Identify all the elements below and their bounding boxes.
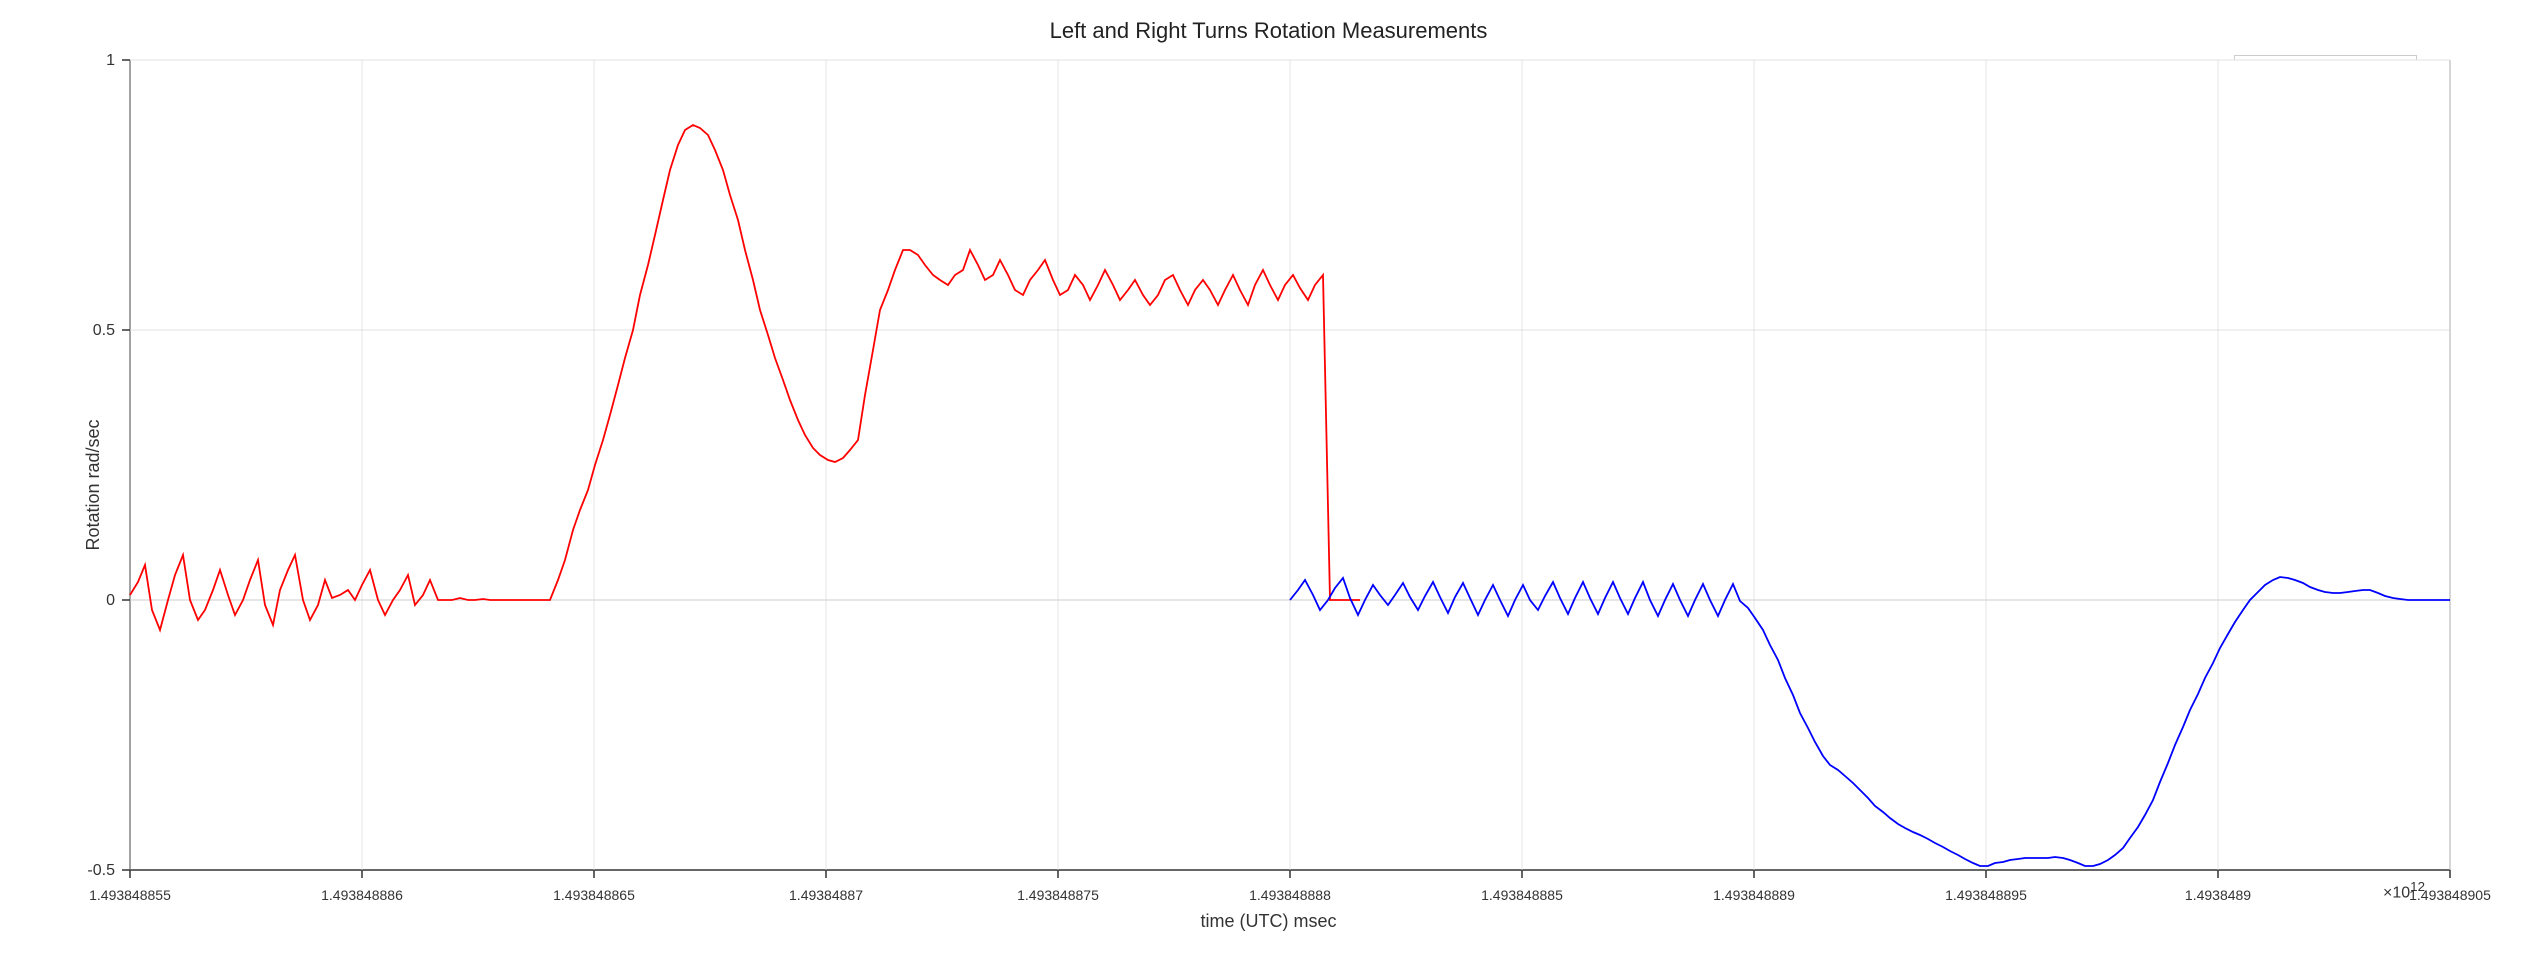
x-tick-7: 1.493848889 <box>1713 887 1795 903</box>
y-tick-0: 0 <box>106 592 115 609</box>
x-tick-0: 1.493848855 <box>89 887 171 903</box>
y-tick-neg0.5: -0.5 <box>87 862 115 879</box>
x-tick-8: 1.493848895 <box>1945 887 2027 903</box>
x-tick-6: 1.493848885 <box>1481 887 1563 903</box>
x-tick-1: 1.493848886 <box>321 887 403 903</box>
y-tick-1: 1 <box>106 52 115 69</box>
chart-svg: 1 0.5 0 -0.5 1.493848855 1.493848886 1.4… <box>0 0 2537 970</box>
x-tick-5: 1.493848888 <box>1249 887 1331 903</box>
chart-container: Left and Right Turns Rotation Measuremen… <box>0 0 2537 970</box>
y-tick-0.5: 0.5 <box>93 322 115 339</box>
x-tick-4: 1.493848875 <box>1017 887 1099 903</box>
x-tick-9: 1.4938489 <box>2185 887 2251 903</box>
x-tick-10: 1.493848905 <box>2409 887 2491 903</box>
x-tick-3: 1.49384887 <box>789 887 863 903</box>
x-tick-2: 1.493848865 <box>553 887 635 903</box>
